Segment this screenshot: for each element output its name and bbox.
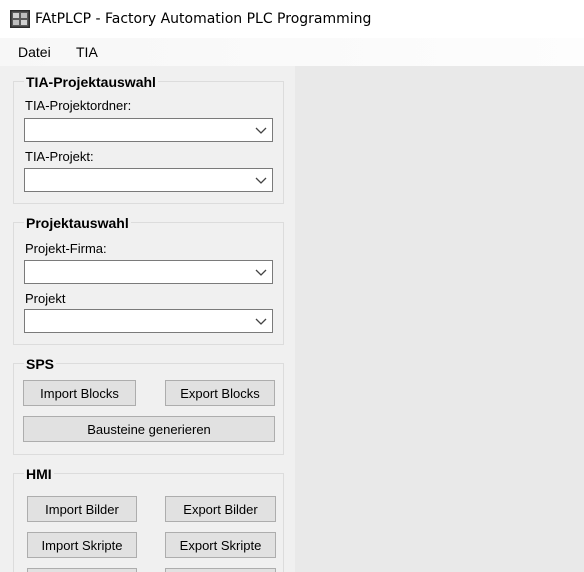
menu-tia[interactable]: TIA [76,44,98,60]
sps-group: SPS Import Blocks Export Blocks Baustein… [13,356,284,455]
project-company-label: Projekt-Firma: [25,241,107,256]
tia-folder-label: TIA-Projektordner: [25,98,132,113]
tia-group-title: TIA-Projektauswahl [24,74,158,90]
chevron-down-icon [255,177,267,184]
left-panel: TIA-Projektauswahl TIA-Projektordner: TI… [0,66,295,572]
hmi-group: HMI Import Bilder Export Bilder Import S… [13,466,284,572]
tia-folder-combobox[interactable] [24,118,273,142]
chevron-down-icon [255,127,267,134]
project-label: Projekt [25,291,66,306]
project-selection-group: Projektauswahl Projekt-Firma: Projekt [13,215,284,345]
hmi-group-title: HMI [24,466,54,482]
generate-blocks-button[interactable]: Bausteine generieren [23,416,275,442]
window-title: FAtPLCP - Factory Automation PLC Program… [35,11,372,27]
sps-group-title: SPS [24,356,57,372]
import-scripts-button[interactable]: Import Skripte [27,532,137,558]
project-group-title: Projektauswahl [24,215,131,231]
project-company-combobox[interactable] [24,260,273,284]
menu-bar: Datei TIA [0,38,584,66]
export-scripts-button[interactable]: Export Skripte [165,532,276,558]
tia-project-label: TIA-Projekt: [25,149,94,164]
hmi-button-partial-left[interactable] [27,568,137,572]
chevron-down-icon [255,269,267,276]
import-images-button[interactable]: Import Bilder [27,496,137,522]
tia-project-combobox[interactable] [24,168,273,192]
title-bar: FAtPLCP - Factory Automation PLC Program… [0,0,584,38]
app-icon [10,10,30,28]
export-blocks-button[interactable]: Export Blocks [165,380,275,406]
menu-datei[interactable]: Datei [18,44,51,60]
tia-project-selection-group: TIA-Projektauswahl TIA-Projektordner: TI… [13,74,284,204]
hmi-button-partial-right[interactable] [165,568,276,572]
export-images-button[interactable]: Export Bilder [165,496,276,522]
content-area [295,66,584,572]
import-blocks-button[interactable]: Import Blocks [23,380,136,406]
chevron-down-icon [255,318,267,325]
project-combobox[interactable] [24,309,273,333]
